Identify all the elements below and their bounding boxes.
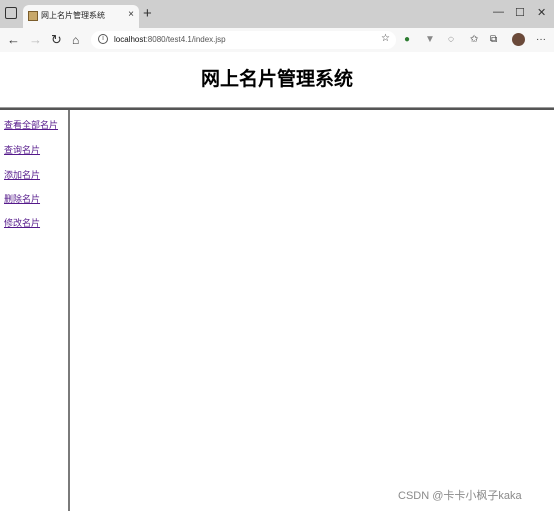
url-host: localhost xyxy=(114,35,146,44)
nav-link-query[interactable]: 查询名片 xyxy=(4,143,40,156)
left-nav-frame: 查看全部名片 查询名片 添加名片 删除名片 修改名片 xyxy=(0,110,70,511)
browser-toolbar: ← → ↻ ⌂ i localhost:8080/test4.1/index.j… xyxy=(0,28,554,52)
collections-icon[interactable]: ⧉ xyxy=(490,34,497,45)
more-menu-icon[interactable]: ··· xyxy=(536,34,546,45)
address-url: localhost:8080/test4.1/index.jsp xyxy=(114,35,226,44)
site-info-icon[interactable]: i xyxy=(98,34,108,44)
page-favicon-icon xyxy=(28,11,38,21)
nav-link-add[interactable]: 添加名片 xyxy=(4,168,40,181)
browser-tab[interactable]: 网上名片管理系统 × xyxy=(23,5,139,28)
tab-strip: 网上名片管理系统 × + — ☐ ✕ xyxy=(0,0,554,28)
back-arrow-icon[interactable]: ← xyxy=(7,32,20,48)
forward-arrow-icon[interactable]: → xyxy=(29,32,42,48)
nav-link-edit[interactable]: 修改名片 xyxy=(4,216,40,229)
nav-link-delete[interactable]: 删除名片 xyxy=(4,192,40,205)
url-path: :8080/test4.1/index.jsp xyxy=(145,35,226,44)
tab-close-icon[interactable]: × xyxy=(128,9,134,20)
extension-v-icon[interactable]: ▼ xyxy=(425,34,435,45)
extension-icon[interactable]: ● xyxy=(404,34,410,45)
tab-actions-icon[interactable] xyxy=(5,7,17,19)
nav-link-view-all[interactable]: 查看全部名片 xyxy=(4,118,58,131)
watermark: CSDN @卡卡小枫子kaka xyxy=(398,490,522,502)
tab-title: 网上名片管理系统 xyxy=(41,11,105,20)
main-content-frame xyxy=(70,110,554,511)
address-bar[interactable]: i localhost:8080/test4.1/index.jsp ☆ xyxy=(91,31,396,49)
profile-avatar[interactable] xyxy=(512,33,525,46)
favorites-icon[interactable]: ✩ xyxy=(470,34,478,45)
home-icon[interactable]: ⌂ xyxy=(72,32,79,48)
page-title: 网上名片管理系统 xyxy=(200,69,353,90)
maximize-button[interactable]: ☐ xyxy=(515,6,525,19)
minimize-button[interactable]: — xyxy=(493,6,504,18)
close-window-button[interactable]: ✕ xyxy=(537,6,546,19)
extension-shield-icon[interactable]: ◌ xyxy=(448,34,454,45)
header-frame: 网上名片管理系统 xyxy=(0,52,554,108)
favorite-star-icon[interactable]: ☆ xyxy=(381,33,390,44)
refresh-icon[interactable]: ↻ xyxy=(51,32,62,48)
new-tab-button[interactable]: + xyxy=(143,5,152,22)
